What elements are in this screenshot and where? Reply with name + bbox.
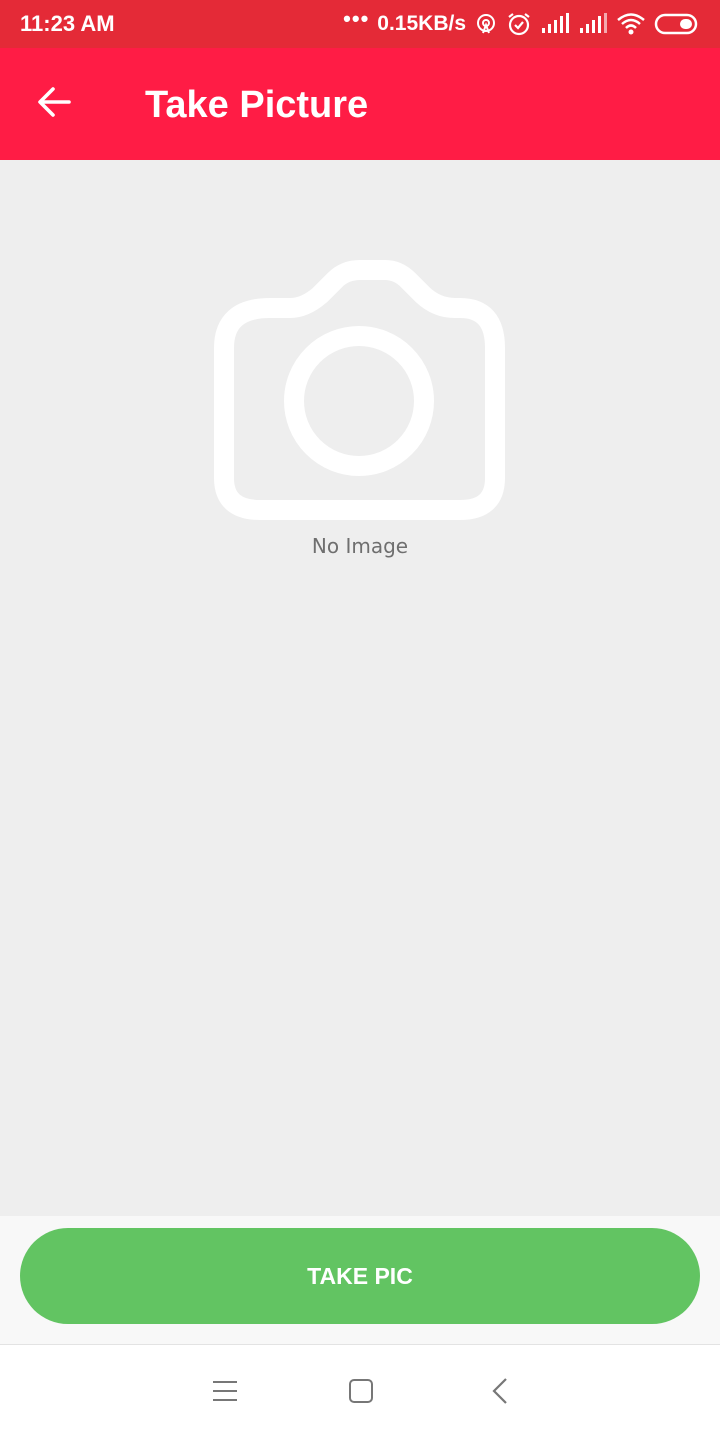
hotspot-icon	[474, 12, 498, 36]
notification-dots: •••	[343, 6, 370, 31]
status-bar: 11:23 AM ••• 0.15KB/s	[0, 0, 720, 48]
back-icon	[490, 1377, 510, 1410]
network-speed: 0.15KB/s	[377, 12, 466, 35]
system-nav-bar	[0, 1345, 720, 1440]
image-preview-area: No Image	[0, 160, 720, 1216]
home-button[interactable]	[341, 1373, 381, 1413]
page-title: Take Picture	[145, 84, 369, 126]
back-button[interactable]	[30, 82, 78, 126]
wifi-icon	[616, 12, 646, 36]
no-image-label: No Image	[311, 534, 409, 558]
signal-icon-2	[578, 13, 608, 35]
menu-button[interactable]	[205, 1373, 245, 1413]
signal-icon	[540, 13, 570, 35]
camera-icon	[210, 260, 510, 522]
app-bar: Take Picture	[0, 48, 720, 160]
alarm-icon	[506, 11, 532, 37]
status-time: 11:23 AM	[20, 11, 115, 36]
status-icons: ••• 0.15KB/s	[343, 6, 700, 40]
battery-icon	[654, 12, 700, 36]
menu-icon	[212, 1380, 238, 1407]
arrow-left-icon	[36, 86, 72, 123]
bottom-action-panel: TAKE PIC	[0, 1216, 720, 1345]
take-pic-button[interactable]: TAKE PIC	[20, 1228, 700, 1324]
home-icon	[348, 1378, 374, 1409]
nav-back-button[interactable]	[480, 1373, 520, 1413]
